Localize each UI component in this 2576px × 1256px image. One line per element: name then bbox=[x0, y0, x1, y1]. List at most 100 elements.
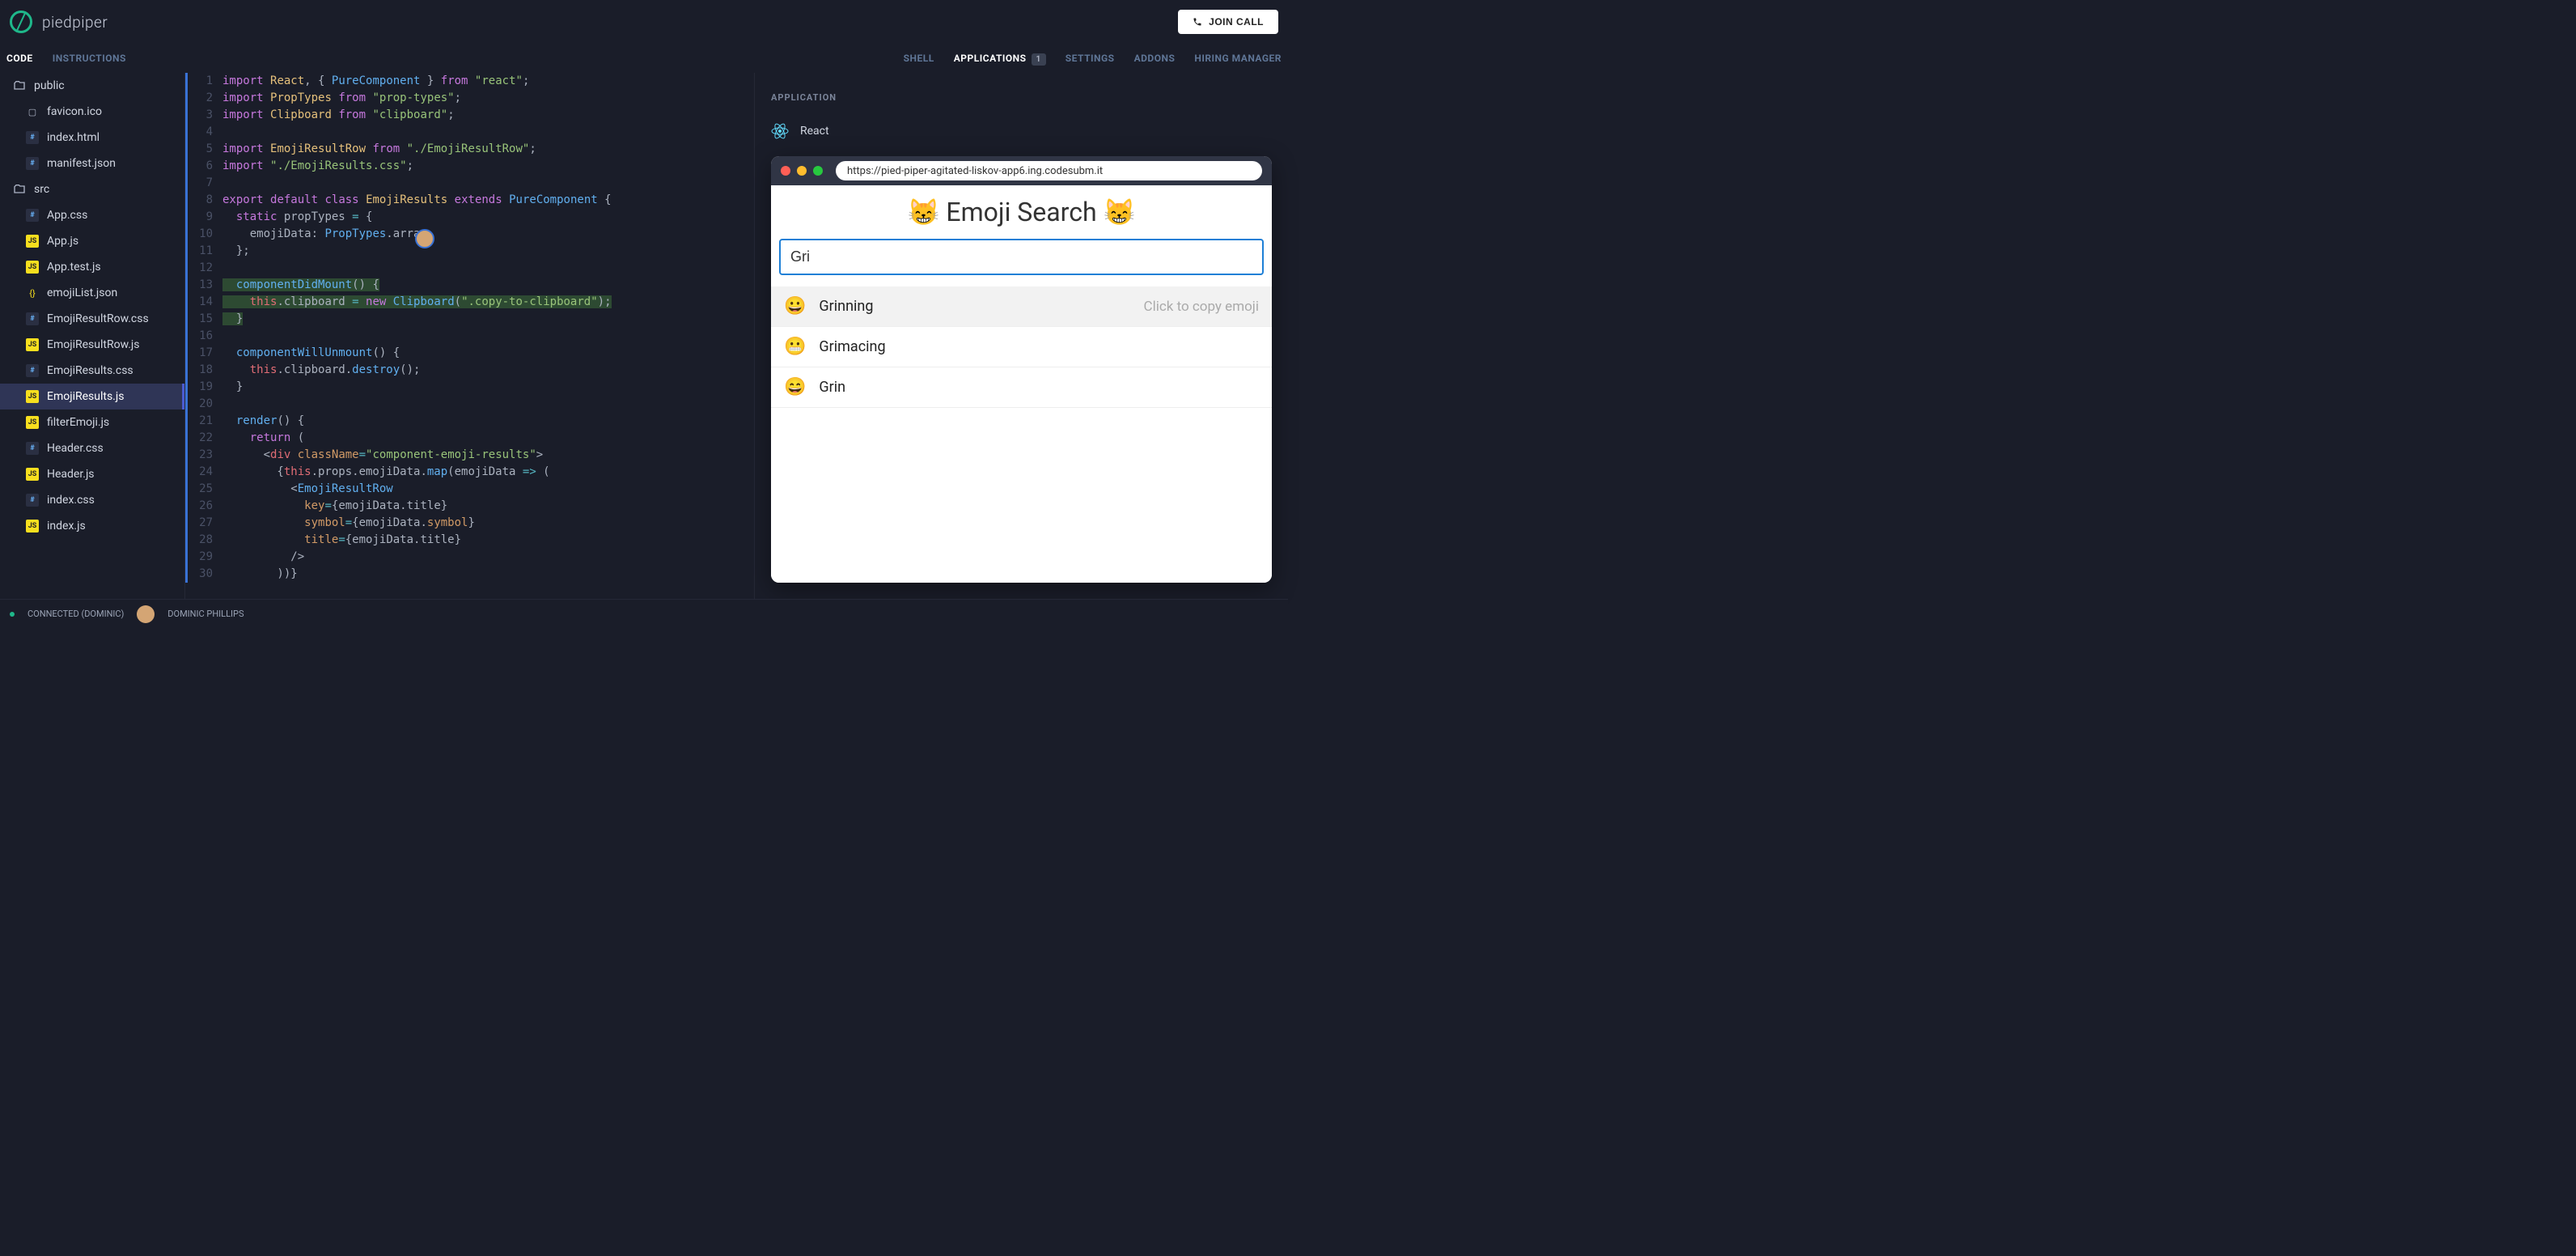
css-file-icon: # bbox=[26, 209, 39, 222]
code-line[interactable]: 21 render() { bbox=[185, 413, 754, 430]
code-line[interactable]: 11 }; bbox=[185, 243, 754, 260]
folder-label: public bbox=[34, 79, 65, 92]
window-close-icon[interactable] bbox=[781, 166, 790, 176]
emoji-name: Grinning bbox=[819, 298, 873, 315]
file-label: manifest.json bbox=[47, 157, 116, 170]
react-icon bbox=[771, 122, 789, 140]
code-line[interactable]: 25 <EmojiResultRow bbox=[185, 481, 754, 498]
line-content: title={emojiData.title} bbox=[222, 532, 754, 549]
line-content bbox=[222, 124, 754, 141]
code-line[interactable]: 3import Clipboard from "clipboard"; bbox=[185, 107, 754, 124]
code-line[interactable]: 7 bbox=[185, 175, 754, 192]
line-number: 19 bbox=[185, 379, 222, 396]
window-minimize-icon[interactable] bbox=[797, 166, 807, 176]
tab-shell[interactable]: SHELL bbox=[904, 53, 934, 64]
emoji-search-input[interactable] bbox=[779, 239, 1264, 275]
code-line[interactable]: 18 this.clipboard.destroy(); bbox=[185, 362, 754, 379]
code-line[interactable]: 13 componentDidMount() { bbox=[185, 277, 754, 294]
join-call-button[interactable]: JOIN CALL bbox=[1178, 10, 1278, 34]
code-line[interactable]: 12 bbox=[185, 260, 754, 277]
code-line[interactable]: 16 bbox=[185, 328, 754, 345]
file-label: App.js bbox=[47, 235, 78, 248]
code-editor[interactable]: 1import React, { PureComponent } from "r… bbox=[184, 73, 754, 599]
tab-settings[interactable]: SETTINGS bbox=[1066, 53, 1115, 64]
file-label: index.html bbox=[47, 131, 100, 144]
js-file-icon: JS bbox=[26, 468, 39, 481]
code-line[interactable]: 9 static propTypes = { bbox=[185, 209, 754, 226]
line-content: this.clipboard.destroy(); bbox=[222, 362, 754, 379]
active-file-marker bbox=[185, 73, 188, 583]
code-line[interactable]: 26 key={emojiData.title} bbox=[185, 498, 754, 515]
line-content bbox=[222, 175, 754, 192]
line-content: import EmojiResultRow from "./EmojiResul… bbox=[222, 141, 754, 158]
file-label: EmojiResults.js bbox=[47, 390, 124, 403]
code-line[interactable]: 10 emojiData: PropTypes.array bbox=[185, 226, 754, 243]
code-line[interactable]: 27 symbol={emojiData.symbol} bbox=[185, 515, 754, 532]
line-content bbox=[222, 396, 754, 413]
code-line[interactable]: 23 <div className="component-emoji-resul… bbox=[185, 447, 754, 464]
file-Header-css[interactable]: #Header.css bbox=[0, 435, 184, 461]
file-manifest-json[interactable]: # manifest.json bbox=[0, 151, 184, 176]
apps-count-badge: 1 bbox=[1032, 53, 1046, 66]
js-file-icon: JS bbox=[26, 235, 39, 248]
line-number: 14 bbox=[185, 294, 222, 311]
code-line[interactable]: 17 componentWillUnmount() { bbox=[185, 345, 754, 362]
emoji-result-row[interactable]: 😬Grimacing bbox=[771, 327, 1272, 367]
emoji-icon: 😄 bbox=[784, 377, 806, 397]
line-content: } bbox=[222, 311, 754, 328]
line-content: import PropTypes from "prop-types"; bbox=[222, 90, 754, 107]
code-line[interactable]: 5import EmojiResultRow from "./EmojiResu… bbox=[185, 141, 754, 158]
css-file-icon: # bbox=[26, 157, 39, 170]
file-label: Header.css bbox=[47, 442, 104, 455]
code-line[interactable]: 30 ))} bbox=[185, 566, 754, 583]
file-EmojiResults-js[interactable]: JSEmojiResults.js bbox=[0, 384, 184, 409]
code-line[interactable]: 6import "./EmojiResults.css"; bbox=[185, 158, 754, 175]
tab-addons[interactable]: ADDONS bbox=[1134, 53, 1176, 64]
file-App-css[interactable]: #App.css bbox=[0, 202, 184, 228]
code-line[interactable]: 8export default class EmojiResults exten… bbox=[185, 192, 754, 209]
file-EmojiResultRow-js[interactable]: JSEmojiResultRow.js bbox=[0, 332, 184, 358]
emoji-result-row[interactable]: 😀GrinningClick to copy emoji bbox=[771, 286, 1272, 327]
file-Header-js[interactable]: JSHeader.js bbox=[0, 461, 184, 487]
image-file-icon: ▢ bbox=[26, 105, 39, 118]
connection-status-text: CONNECTED (DOMINIC) bbox=[28, 609, 124, 619]
file-EmojiResultRow-css[interactable]: #EmojiResultRow.css bbox=[0, 306, 184, 332]
tab-code[interactable]: CODE bbox=[6, 53, 33, 64]
code-line[interactable]: 29 /> bbox=[185, 549, 754, 566]
application-section-label: APPLICATION bbox=[771, 73, 1272, 116]
file-index-html[interactable]: #index.html bbox=[0, 125, 184, 151]
code-line[interactable]: 14 this.clipboard = new Clipboard(".copy… bbox=[185, 294, 754, 311]
file-EmojiResults-css[interactable]: #EmojiResults.css bbox=[0, 358, 184, 384]
file-index-js[interactable]: JSindex.js bbox=[0, 513, 184, 539]
tab-hiring-manager[interactable]: HIRING MANAGER bbox=[1194, 53, 1282, 64]
folder-src[interactable]: src bbox=[0, 176, 184, 202]
file-filterEmoji-js[interactable]: JSfilterEmoji.js bbox=[0, 409, 184, 435]
file-App-test-js[interactable]: JSApp.test.js bbox=[0, 254, 184, 280]
user-avatar[interactable] bbox=[137, 605, 155, 623]
app-name[interactable]: React bbox=[800, 125, 829, 138]
js-file-icon: JS bbox=[26, 338, 39, 351]
tab-applications[interactable]: APPLICATIONS1 bbox=[954, 53, 1046, 64]
url-bar[interactable]: https://pied-piper-agitated-liskov-app6.… bbox=[836, 161, 1262, 180]
emoji-name: Grimacing bbox=[819, 338, 885, 355]
file-label: index.css bbox=[47, 494, 95, 507]
emoji-result-row[interactable]: 😄Grin bbox=[771, 367, 1272, 408]
code-line[interactable]: 1import React, { PureComponent } from "r… bbox=[185, 73, 754, 90]
code-line[interactable]: 4 bbox=[185, 124, 754, 141]
window-maximize-icon[interactable] bbox=[813, 166, 823, 176]
tab-instructions[interactable]: INSTRUCTIONS bbox=[53, 53, 126, 64]
file-tree[interactable]: public▢favicon.ico#index.html#manifest.j… bbox=[0, 73, 184, 599]
folder-public[interactable]: public bbox=[0, 73, 184, 99]
code-line[interactable]: 28 title={emojiData.title} bbox=[185, 532, 754, 549]
line-number: 18 bbox=[185, 362, 222, 379]
file-App-js[interactable]: JS App.js bbox=[0, 228, 184, 254]
code-line[interactable]: 2import PropTypes from "prop-types"; bbox=[185, 90, 754, 107]
file-index-css[interactable]: #index.css bbox=[0, 487, 184, 513]
code-line[interactable]: 22 return ( bbox=[185, 430, 754, 447]
code-line[interactable]: 15 } bbox=[185, 311, 754, 328]
code-line[interactable]: 24 {this.props.emojiData.map(emojiData =… bbox=[185, 464, 754, 481]
code-line[interactable]: 19 } bbox=[185, 379, 754, 396]
file-emojiList-json[interactable]: {}emojiList.json bbox=[0, 280, 184, 306]
file-favicon-ico[interactable]: ▢favicon.ico bbox=[0, 99, 184, 125]
code-line[interactable]: 20 bbox=[185, 396, 754, 413]
